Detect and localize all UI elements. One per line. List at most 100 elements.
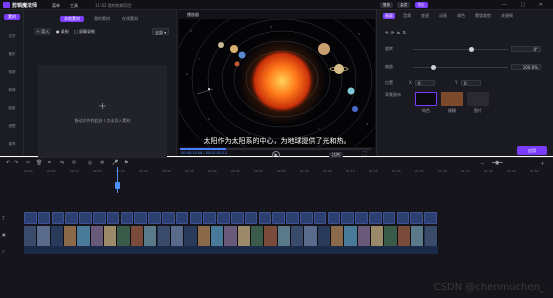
subtitle-clip[interactable] xyxy=(286,212,299,224)
rotate-icon[interactable]: ⟳ xyxy=(72,160,76,166)
sidebar-item-filters[interactable]: 滤镜 xyxy=(0,124,24,129)
position-y-input[interactable]: 0 xyxy=(461,80,481,86)
subtitle-clip[interactable] xyxy=(51,212,65,224)
scale-value[interactable]: 100.0% xyxy=(511,64,541,70)
bg-solid-swatch[interactable] xyxy=(415,92,437,106)
video-thumbnail xyxy=(210,226,225,246)
subtitle-clip[interactable] xyxy=(37,212,51,224)
tab-color[interactable]: 调色 xyxy=(455,13,467,19)
text-track[interactable] xyxy=(24,212,438,224)
tab-keyframe[interactable]: 关键帧 xyxy=(499,13,515,19)
subtitle-clip[interactable] xyxy=(424,212,437,224)
subtitle-clip[interactable] xyxy=(65,212,78,224)
crop-icon[interactable]: ⌗ xyxy=(48,160,51,166)
undo-icon[interactable]: ↶ xyxy=(6,160,10,166)
ruler-tick: 00:35 xyxy=(185,169,194,173)
audio-track[interactable] xyxy=(24,246,438,254)
subtitle-clip[interactable] xyxy=(24,212,37,224)
sidebar-item-text[interactable]: 文字 xyxy=(0,34,24,39)
subtitle-clip[interactable] xyxy=(162,212,175,224)
tab-online-media[interactable]: 在线素材 xyxy=(118,16,142,22)
subtitle-clip[interactable] xyxy=(120,212,134,224)
bg-blur-swatch[interactable] xyxy=(441,92,463,106)
subtitle-clip[interactable] xyxy=(258,212,272,224)
tab-mask[interactable]: 蒙版裁剪 xyxy=(473,13,493,19)
subtitle-clip[interactable] xyxy=(396,212,410,224)
delete-icon[interactable]: 🗑 xyxy=(36,160,42,166)
video-thumbnail xyxy=(184,226,198,246)
sidebar-item-media[interactable]: 素材 xyxy=(4,14,20,20)
redo-icon[interactable]: ↷ xyxy=(14,160,18,166)
time-ruler[interactable]: 00:00 00:05 00:10 00:15 00:20 00:25 00:30 00:35… xyxy=(24,168,553,175)
marker-icon[interactable]: ⚑ xyxy=(124,160,128,166)
subtitle-clip[interactable] xyxy=(175,212,189,224)
import-button[interactable]: ＋ 导入 xyxy=(34,28,52,35)
bg-image-swatch[interactable] xyxy=(467,92,489,106)
video-thumbnail xyxy=(24,226,38,246)
subtitle-clip[interactable] xyxy=(93,212,106,224)
subtitle-clip[interactable] xyxy=(203,212,216,224)
sidebar-item-effects[interactable]: 特效 xyxy=(0,70,24,75)
mirror-icon[interactable]: ⇋ xyxy=(60,160,64,166)
subtitle-clip[interactable] xyxy=(134,212,147,224)
subtitle-clip[interactable] xyxy=(244,212,258,224)
menu-main[interactable]: 菜单 xyxy=(52,3,60,9)
video-frame[interactable]: 太阳作为太阳系的中心，为地球提供了光和热。 xyxy=(179,19,375,147)
subtitle-clip[interactable] xyxy=(300,212,313,224)
split-icon[interactable]: ✂ xyxy=(26,160,30,166)
window-controls[interactable]: — □ ✕ xyxy=(502,2,549,8)
rotate-slider[interactable] xyxy=(413,47,508,52)
subtitle-clip[interactable] xyxy=(79,212,92,224)
subtitle-clip[interactable] xyxy=(189,212,203,224)
tab-my-media[interactable]: 我的素材 xyxy=(90,16,114,22)
video-clip[interactable]: 1080P_SolarSystem.mp4 xyxy=(24,226,438,250)
export-button[interactable]: 导出 xyxy=(414,2,428,8)
position-x-input[interactable]: 0 xyxy=(415,80,435,86)
login-button[interactable]: 登录 xyxy=(380,2,393,8)
subtitle-clip[interactable] xyxy=(148,212,161,224)
rotate-value[interactable]: 0° xyxy=(511,46,541,52)
screen-capture-button[interactable]: ▢ 屏幕录制 xyxy=(72,28,97,35)
mic-icon[interactable]: 🎤 xyxy=(112,160,118,166)
tab-local-media[interactable]: 本地素材 xyxy=(60,16,84,22)
subtitle-clip[interactable] xyxy=(355,212,368,224)
subtitle-clip[interactable] xyxy=(327,212,341,224)
sidebar-item-stickers[interactable]: 贴纸 xyxy=(0,106,24,111)
subtitle-clip[interactable] xyxy=(313,212,327,224)
sort-select[interactable]: 全部 ▾ xyxy=(152,28,170,35)
subtitle-clip[interactable] xyxy=(231,212,244,224)
freeze-icon[interactable]: ❄ xyxy=(100,160,104,166)
subtitle-clip[interactable] xyxy=(369,212,382,224)
vip-button[interactable]: 会员 xyxy=(397,2,411,8)
rotate-knob[interactable] xyxy=(469,47,474,52)
playback-progress[interactable] xyxy=(180,148,371,150)
tab-audio[interactable]: 音频 xyxy=(401,13,413,19)
ruler-tick: 00:45 xyxy=(231,169,240,173)
subtitle-clip[interactable] xyxy=(382,212,396,224)
apply-button[interactable]: 应用 xyxy=(517,146,547,155)
sidebar-item-adjust[interactable]: 调节 xyxy=(0,142,24,147)
scale-slider[interactable] xyxy=(413,65,508,70)
zoom-slider-icon[interactable]: ━●━ xyxy=(492,160,502,166)
scale-knob[interactable] xyxy=(431,65,436,70)
playhead[interactable] xyxy=(117,167,118,193)
subtitle-clip[interactable] xyxy=(341,212,354,224)
playhead-handle[interactable] xyxy=(115,182,120,189)
tab-animation[interactable]: 动画 xyxy=(437,13,449,19)
record-button[interactable]: ● 录制 xyxy=(54,28,71,35)
sidebar-item-transitions[interactable]: 转场 xyxy=(0,88,24,93)
tab-speed[interactable]: 变速 xyxy=(419,13,431,19)
media-dropzone[interactable]: + 拖动文件到此处 / 点击导入素材 xyxy=(38,65,167,163)
speed-icon[interactable]: ◎ xyxy=(88,160,92,166)
subtitle-clip[interactable] xyxy=(217,212,230,224)
video-thumbnail xyxy=(331,226,345,246)
subtitle-clip[interactable] xyxy=(106,212,120,224)
subtitle-clip[interactable] xyxy=(272,212,285,224)
subtitle-clip[interactable] xyxy=(410,212,423,224)
menu-tools[interactable]: 工具 xyxy=(70,3,78,9)
sidebar-item-music[interactable]: 音乐 xyxy=(0,52,24,57)
zoom-out-icon[interactable]: － xyxy=(480,160,485,167)
zoom-in-icon[interactable]: ＋ xyxy=(540,160,545,167)
tab-picture[interactable]: 画面 xyxy=(383,13,395,19)
add-icon: + xyxy=(98,101,107,112)
